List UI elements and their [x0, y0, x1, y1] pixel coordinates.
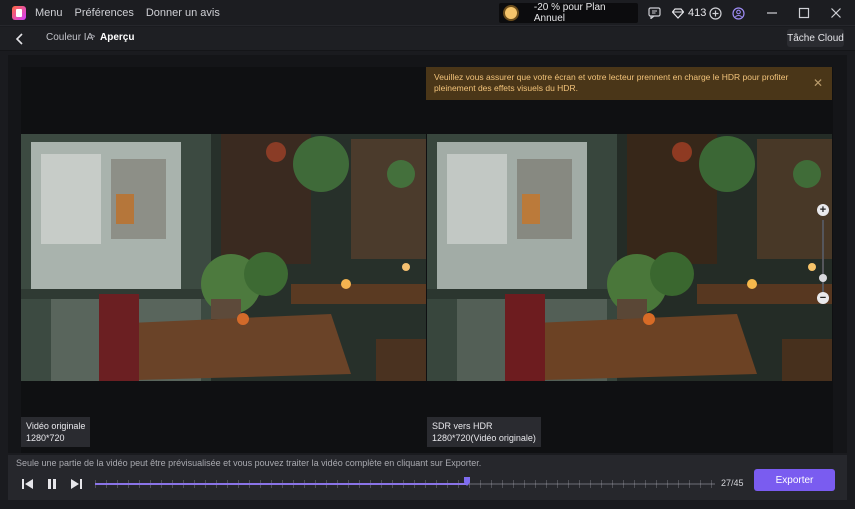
credits-count: 413: [688, 7, 707, 19]
back-arrow-icon[interactable]: [12, 31, 28, 47]
hdr-notice: Veuillez vous assurer que votre écran et…: [426, 67, 832, 100]
player-controls: Seule une partie de la vidéo peut être p…: [8, 455, 847, 500]
preview-stage: Veuillez vous assurer que votre écran et…: [21, 67, 833, 453]
cafe-scene-image: [21, 134, 426, 381]
zoom-control: + −: [815, 204, 831, 308]
hdr-video-label: SDR vers HDR 1280*720(Vidéo originale): [427, 417, 541, 447]
app-logo-icon: [12, 5, 26, 20]
minimize-icon[interactable]: [764, 5, 780, 21]
add-credits-icon[interactable]: [708, 6, 722, 20]
zoom-in-button[interactable]: +: [817, 204, 829, 216]
zoom-out-button[interactable]: −: [817, 292, 829, 304]
timeline-progress: [95, 483, 467, 485]
original-video-resolution: 1280*720: [26, 433, 65, 443]
skip-back-icon[interactable]: [20, 477, 34, 491]
preview-panel: Veuillez vous assurer que votre écran et…: [8, 55, 847, 453]
maximize-icon[interactable]: [796, 5, 812, 21]
original-video: [21, 134, 426, 381]
promo-sun-icon: [505, 7, 517, 19]
hdr-video-title: SDR vers HDR: [432, 421, 493, 431]
menu-menu[interactable]: Menu: [35, 7, 63, 19]
zoom-slider-handle[interactable]: [819, 274, 827, 282]
hdr-notice-text: Veuillez vous assurer que votre écran et…: [434, 72, 789, 93]
original-video-title: Vidéo originale: [26, 421, 86, 431]
breadcrumb-separator: >: [89, 31, 96, 43]
promo-text: -20 % pour Plan Annuel: [533, 2, 606, 24]
frame-counter: 27/45: [721, 478, 744, 488]
skip-forward-icon[interactable]: [69, 477, 83, 491]
promo-banner[interactable]: -20 % pour Plan Annuel: [499, 2, 638, 24]
credits-display: 413: [672, 5, 706, 21]
breadcrumb-current: Aperçu: [100, 32, 135, 43]
hdr-video-resolution: 1280*720(Vidéo originale): [432, 433, 536, 443]
message-icon[interactable]: [647, 6, 661, 20]
user-icon[interactable]: [731, 6, 745, 20]
notice-close-icon[interactable]: ✕: [812, 77, 824, 89]
cafe-scene-hdr-image: [427, 134, 832, 381]
pause-icon[interactable]: [45, 477, 59, 491]
diamond-icon: [672, 7, 684, 19]
hdr-video: [427, 134, 832, 381]
export-button[interactable]: Exporter: [754, 469, 835, 491]
title-bar: Menu Préférences Donner un avis -20 % po…: [0, 0, 855, 26]
menu-feedback[interactable]: Donner un avis: [146, 7, 220, 19]
breadcrumb-parent[interactable]: Couleur IA: [46, 32, 93, 43]
close-icon[interactable]: [828, 5, 844, 21]
menu-preferences[interactable]: Préférences: [75, 7, 134, 19]
cloud-task-button[interactable]: Tâche Cloud: [787, 29, 844, 47]
original-video-label: Vidéo originale 1280*720: [21, 417, 91, 447]
preview-info-text: Seule une partie de la vidéo peut être p…: [16, 458, 482, 468]
timeline-track[interactable]: [95, 477, 715, 488]
breadcrumb: Couleur IA > Aperçu Tâche Cloud: [0, 27, 855, 51]
